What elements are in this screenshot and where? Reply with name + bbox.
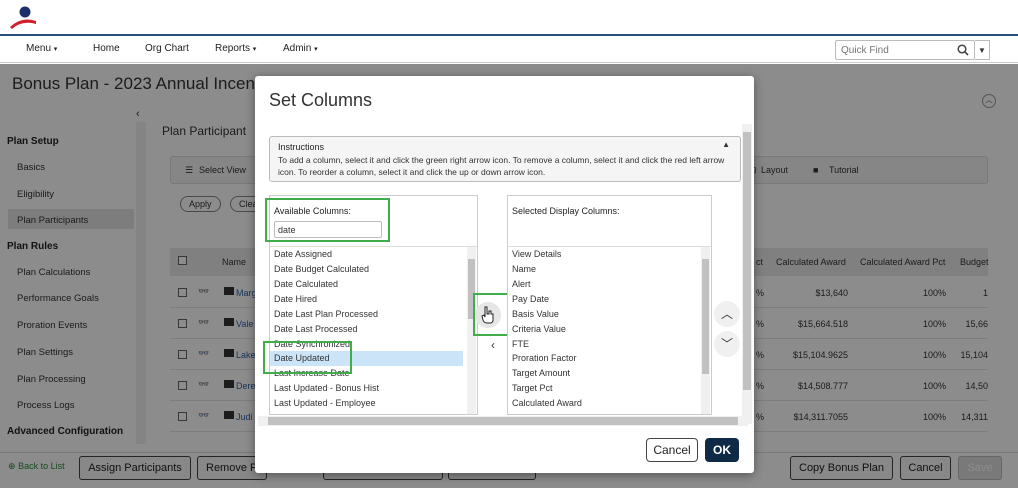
- dialog-title: Set Columns: [269, 90, 373, 110]
- caret-down-icon: ▼: [978, 46, 986, 55]
- list-item[interactable]: Target Pct: [512, 383, 553, 393]
- app-header: [0, 0, 1018, 36]
- instructions-title: Instructions: [278, 142, 325, 152]
- chevron-up-icon: ︿: [720, 307, 733, 321]
- list-item[interactable]: Proration Factor: [512, 353, 577, 363]
- list-item[interactable]: Date Budget Calculated: [274, 264, 369, 274]
- dialog-vertical-scrollbar[interactable]: [742, 124, 752, 424]
- list-item[interactable]: Date Last Plan Processed: [274, 309, 378, 319]
- quick-find-dropdown[interactable]: ▼: [975, 40, 990, 60]
- list-item[interactable]: Target Amount: [512, 368, 570, 378]
- quick-find-input[interactable]: [836, 41, 951, 59]
- caret-down-icon: ▾: [314, 46, 318, 53]
- list-item[interactable]: View Details: [512, 249, 561, 259]
- caret-down-icon: ▾: [252, 46, 257, 53]
- caret-down-icon: ▾: [53, 46, 58, 53]
- dialog-horizontal-scrollbar[interactable]: [258, 416, 748, 426]
- dialog-ok-button[interactable]: OK: [705, 438, 739, 462]
- move-down-button[interactable]: ﹀: [714, 331, 740, 357]
- hand-pointer-icon: [481, 306, 494, 324]
- company-logo: [10, 6, 36, 29]
- selected-columns-label: Selected Display Columns:: [512, 206, 620, 216]
- nav-reports[interactable]: Reports ▾: [215, 43, 256, 54]
- caret-up-icon[interactable]: ▲: [722, 140, 730, 149]
- instructions-panel: Instructions ▲ To add a column, select i…: [269, 136, 741, 182]
- search-icon[interactable]: [957, 44, 969, 56]
- list-item[interactable]: Criteria Value: [512, 324, 566, 334]
- move-up-button[interactable]: ︿: [714, 301, 740, 327]
- highlight-filter-box: [265, 198, 390, 242]
- scroll-thumb[interactable]: [743, 132, 751, 390]
- list-item[interactable]: Name: [512, 264, 536, 274]
- instructions-text: To add a column, select it and click the…: [278, 155, 725, 177]
- selected-columns-panel: Selected Display Columns: View Details N…: [507, 195, 712, 415]
- nav-menu[interactable]: Menu ▾: [26, 43, 57, 54]
- list-item[interactable]: Last Updated - Bonus Hist: [274, 383, 379, 393]
- list-item[interactable]: Basis Value: [512, 309, 559, 319]
- selected-list-scrollbar[interactable]: [701, 247, 710, 414]
- selected-columns-list: View Details Name Alert Pay Date Basis V…: [508, 246, 711, 414]
- scroll-thumb[interactable]: [268, 417, 738, 425]
- list-item[interactable]: Date Assigned: [274, 249, 332, 259]
- set-columns-dialog: Set Columns Instructions ▲ To add a colu…: [255, 76, 754, 473]
- list-item[interactable]: FTE: [512, 339, 529, 349]
- nav-org-chart[interactable]: Org Chart: [145, 43, 189, 54]
- quick-find: [835, 40, 975, 60]
- list-item[interactable]: Last Updated - Employee: [274, 398, 376, 408]
- list-item[interactable]: Alert: [512, 279, 531, 289]
- chevron-down-icon: ﹀: [720, 337, 733, 351]
- nav-admin[interactable]: Admin ▾: [283, 43, 318, 54]
- list-item[interactable]: Calculated Award: [512, 398, 582, 408]
- chevron-left-icon: ‹: [491, 338, 495, 352]
- dialog-cancel-button[interactable]: Cancel: [646, 438, 698, 462]
- list-item[interactable]: Pay Date: [512, 294, 549, 304]
- nav-home[interactable]: Home: [93, 43, 120, 54]
- highlight-date-updated: [263, 341, 352, 374]
- list-item[interactable]: Date Calculated: [274, 279, 338, 289]
- list-item[interactable]: Date Last Processed: [274, 324, 358, 334]
- scroll-thumb[interactable]: [702, 259, 709, 374]
- available-columns-list: Date Assigned Date Budget Calculated Dat…: [270, 246, 477, 414]
- remove-column-button[interactable]: ‹: [480, 332, 506, 358]
- list-item[interactable]: Date Hired: [274, 294, 317, 304]
